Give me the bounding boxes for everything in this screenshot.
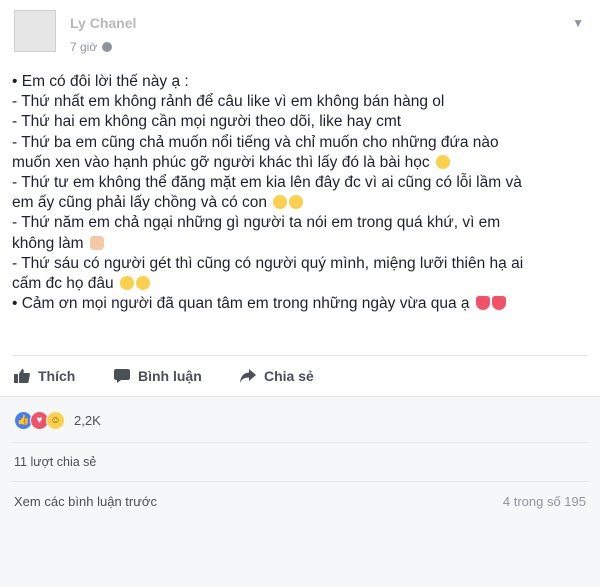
avatar[interactable] [14,10,56,52]
post-line: em ấy cũng phải lấy chồng và có con [12,193,588,213]
post-line: cấm đc họ đâu [12,274,588,294]
chevron-down-icon[interactable]: ▼ [572,16,584,30]
feedback-section: 👍 ♥ ☺ 2,2K 11 lượt chia sẻ Xem các bình … [0,396,600,587]
post-line: - Thứ hai em không cần mọi người theo dõ… [12,113,402,131]
author-name[interactable]: Ly Chanel [70,15,136,31]
post-line: - Thứ nhất em không rảnh để câu like vì … [12,93,445,111]
laughing-emoji-icon [120,276,134,291]
post-line: - Thứ tư em không thể đăng mặt em kia lê… [12,174,522,192]
divider [12,355,588,356]
post-line: • Em có đôi lời thế này ạ : [12,73,189,90]
post-body: • Em có đôi lời thế này ạ : - Thứ nhất e… [12,72,588,314]
post-card: Ly Chanel 7 giờ ▼ • Em có đôi lời thế nà… [0,0,600,587]
reaction-summary[interactable]: 👍 ♥ ☺ 2,2K [14,410,101,430]
divider [12,442,588,443]
comment-button[interactable]: Bình luận [114,368,202,384]
post-line: - Thứ sáu có người gét thì cũng có người… [12,254,524,272]
laughing-emoji-icon [136,276,150,291]
post-header: Ly Chanel 7 giờ ▼ [14,10,586,60]
comment-label: Bình luận [138,368,202,384]
post-meta: 7 giờ [70,40,113,54]
thumbs-up-icon [14,369,30,383]
share-label: Chia sẻ [264,368,314,384]
hugging-emoji-icon [435,154,450,169]
view-previous-comments-link[interactable]: Xem các bình luận trước [14,494,157,509]
post-line: - Thứ ba em cũng chả muốn nổi tiếng và c… [12,133,499,151]
comment-icon [114,369,130,383]
post-line: - Thứ năm em chả ngại những gì người ta … [12,214,501,232]
like-label: Thích [38,368,76,384]
action-bar: Thích Bình luận Chia sẻ [12,368,588,390]
hand-emoji-icon [89,235,104,250]
post-time[interactable]: 7 giờ [70,40,97,54]
heart-emoji-icon [475,296,490,311]
post-line: • Cảm ơn mọi người đã quan tâm em trong … [12,294,588,314]
comment-pager: 4 trong số 195 [502,494,586,509]
reaction-count[interactable]: 2,2K [74,413,101,428]
post-line: không làm [12,234,588,254]
divider [12,481,588,482]
haha-reaction-icon: ☺ [46,410,65,430]
heart-emoji-icon [491,296,506,311]
share-arrow-icon [240,369,256,383]
globe-icon [102,42,113,52]
like-button[interactable]: Thích [14,368,75,384]
post-line: muốn xen vào hạnh phúc gỡ người khác thì… [12,153,588,173]
smile-emoji-icon [289,195,304,210]
share-button[interactable]: Chia sẻ [240,368,314,384]
smile-emoji-icon [273,195,288,210]
share-count[interactable]: 11 lượt chia sẻ [14,455,96,469]
